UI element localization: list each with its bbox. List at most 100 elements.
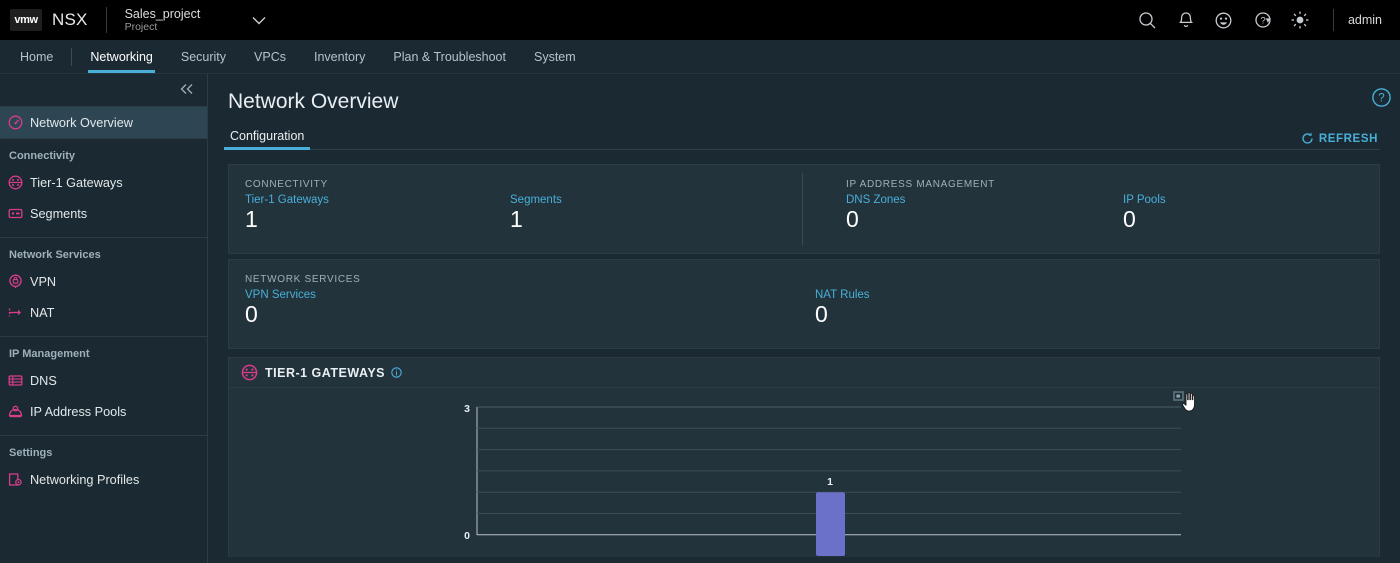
metric-value: 0 xyxy=(815,301,828,327)
project-subtitle: Project xyxy=(124,21,158,34)
metric-vpn-services[interactable]: VPN Services 0 xyxy=(245,289,815,326)
chevron-double-left-icon[interactable] xyxy=(179,83,195,97)
metric-label[interactable]: NAT Rules xyxy=(815,289,870,301)
help-circle-icon[interactable]: ? xyxy=(1371,87,1392,113)
metric-dns-zones[interactable]: DNS Zones 0 xyxy=(846,194,1123,231)
header-actions: ? ▾ admin xyxy=(1129,0,1400,40)
sidebar-item-network-overview[interactable]: Network Overview xyxy=(0,107,207,138)
card-kicker: IP ADDRESS MANAGEMENT xyxy=(846,179,995,190)
chevron-down-icon[interactable]: ▾ xyxy=(1266,15,1271,26)
summary-cards: CONNECTIVITY Tier-1 Gateways 1 Segments … xyxy=(208,150,1400,349)
sidebar-item-label: IP Address Pools xyxy=(30,404,127,419)
sidebar-group-title: IP Management xyxy=(9,348,90,360)
card-section-connectivity: CONNECTIVITY Tier-1 Gateways 1 Segments … xyxy=(245,179,820,237)
main-content: Network Overview ? Configuration REFRESH… xyxy=(208,74,1400,563)
metric-value: 1 xyxy=(245,206,258,232)
user-menu[interactable]: admin xyxy=(1348,13,1382,27)
vmware-logo-icon: vmw xyxy=(10,9,42,31)
metric-label[interactable]: Tier-1 Gateways xyxy=(245,194,510,206)
ip-pool-icon xyxy=(8,404,30,419)
card-kicker: NETWORK SERVICES xyxy=(245,274,361,285)
sidebar-item-segments[interactable]: Segments xyxy=(0,198,207,229)
metric-label[interactable]: DNS Zones xyxy=(846,194,1123,206)
sidebar-item-ip-address-pools[interactable]: IP Address Pools xyxy=(0,396,207,427)
svg-text:?: ? xyxy=(1378,93,1384,105)
sidebar-item-label: Segments xyxy=(30,206,88,221)
metric-label[interactable]: IP Pools xyxy=(1123,194,1166,206)
metric-ip-pools[interactable]: IP Pools 0 xyxy=(1123,194,1166,231)
vmware-logo-text: vmw xyxy=(14,14,38,26)
metric-value: 0 xyxy=(1123,206,1136,232)
sidebar-item-label: Network Overview xyxy=(30,115,133,130)
chart-svg: 3 0 1 xyxy=(464,403,1181,556)
tier-1-gateways-bar-chart[interactable]: 3 0 1 xyxy=(229,388,1379,556)
panel-title: TIER-1 GATEWAYS xyxy=(265,365,386,380)
gauge-icon xyxy=(8,115,30,130)
sidebar-item-label: NAT xyxy=(30,305,55,320)
profile-gear-icon xyxy=(8,472,30,487)
metric-value: 1 xyxy=(510,206,523,232)
sidebar-item-nat[interactable]: NAT xyxy=(0,297,207,328)
sidebar-group-ip-management: IP Management DNS IP Address Pools xyxy=(0,337,207,435)
nav-item-networking[interactable]: Networking xyxy=(76,40,167,73)
svg-text:1: 1 xyxy=(827,476,833,488)
card-section-network-services: NETWORK SERVICES VPN Services 0 NAT Rule… xyxy=(245,274,870,332)
vpn-lock-icon xyxy=(8,274,30,289)
refresh-icon xyxy=(1302,132,1313,144)
metric-label[interactable]: Segments xyxy=(510,194,562,206)
sidebar-item-networking-profiles[interactable]: Networking Profiles xyxy=(0,464,207,495)
metric-value: 0 xyxy=(846,206,859,232)
project-name: Sales_project xyxy=(124,6,201,21)
nav-item-security[interactable]: Security xyxy=(167,40,240,73)
brand-logo[interactable]: vmw NSX xyxy=(0,9,88,31)
segment-icon xyxy=(8,206,30,221)
theme-sun-icon[interactable] xyxy=(1281,0,1319,40)
chevron-down-icon[interactable] xyxy=(252,13,266,28)
search-icon[interactable] xyxy=(1129,0,1167,40)
help-icon[interactable]: ? ▾ xyxy=(1243,0,1281,40)
summary-card-connectivity-ipam: CONNECTIVITY Tier-1 Gateways 1 Segments … xyxy=(228,164,1380,254)
sidebar-group-title: Network Services xyxy=(9,249,101,261)
sidebar-item-dns[interactable]: DNS xyxy=(0,365,207,396)
nav-item-home[interactable]: Home xyxy=(6,40,67,73)
header-divider-2 xyxy=(1332,9,1334,31)
card-section-ip-address-management: IP ADDRESS MANAGEMENT DNS Zones 0 IP Poo… xyxy=(820,179,1166,237)
page-title: Network Overview xyxy=(228,90,399,113)
metric-value: 0 xyxy=(245,301,258,327)
nav-item-vpcs[interactable]: VPCs xyxy=(240,40,300,73)
tier1-gateway-icon xyxy=(241,364,258,381)
sidebar-item-vpn[interactable]: VPN xyxy=(0,266,207,297)
bell-icon[interactable] xyxy=(1167,0,1205,40)
sidebar-item-label: Tier-1 Gateways xyxy=(30,175,123,190)
sidebar-item-tier-1-gateways[interactable]: Tier-1 Gateways xyxy=(0,167,207,198)
top-header-bar: vmw NSX Sales_project Project ? ▾ admin xyxy=(0,0,1400,40)
metric-label[interactable]: VPN Services xyxy=(245,289,815,301)
refresh-button[interactable]: REFRESH xyxy=(1301,132,1378,145)
drag-pointer-cursor xyxy=(1173,391,1195,412)
svg-text:0: 0 xyxy=(464,530,470,542)
card-vertical-divider xyxy=(802,173,803,245)
sidebar-collapse-row xyxy=(0,74,207,106)
svg-text:?: ? xyxy=(1260,16,1265,27)
nav-item-system[interactable]: System xyxy=(520,40,590,73)
nav-item-plan-troubleshoot[interactable]: Plan & Troubleshoot xyxy=(379,40,520,73)
metric-segments[interactable]: Segments 1 xyxy=(510,194,562,231)
dns-table-icon xyxy=(8,373,30,388)
tab-bar: Configuration REFRESH xyxy=(223,125,1380,150)
tier-1-gateways-panel: TIER-1 GATEWAYS 3 0 1 xyxy=(228,357,1380,557)
project-selector[interactable]: Sales_project Project xyxy=(125,7,267,33)
nav-divider xyxy=(71,47,73,66)
sidebar-group-title: Settings xyxy=(9,447,53,459)
sidebar-item-label: DNS xyxy=(30,373,57,388)
nav-item-inventory[interactable]: Inventory xyxy=(300,40,379,73)
sidebar-group-settings: Settings Networking Profiles xyxy=(0,436,207,503)
metric-tier-1-gateways[interactable]: Tier-1 Gateways 1 xyxy=(245,194,510,231)
info-circle-icon[interactable] xyxy=(391,367,402,378)
tab-configuration[interactable]: Configuration xyxy=(223,129,311,150)
nat-arrow-icon xyxy=(8,305,30,320)
left-sidebar: Network Overview Connectivity Tier-1 Gat… xyxy=(0,74,208,563)
sidebar-group-title: Connectivity xyxy=(9,150,76,162)
svg-text:3: 3 xyxy=(464,403,470,415)
smiley-icon[interactable] xyxy=(1205,0,1243,40)
metric-nat-rules[interactable]: NAT Rules 0 xyxy=(815,289,870,326)
